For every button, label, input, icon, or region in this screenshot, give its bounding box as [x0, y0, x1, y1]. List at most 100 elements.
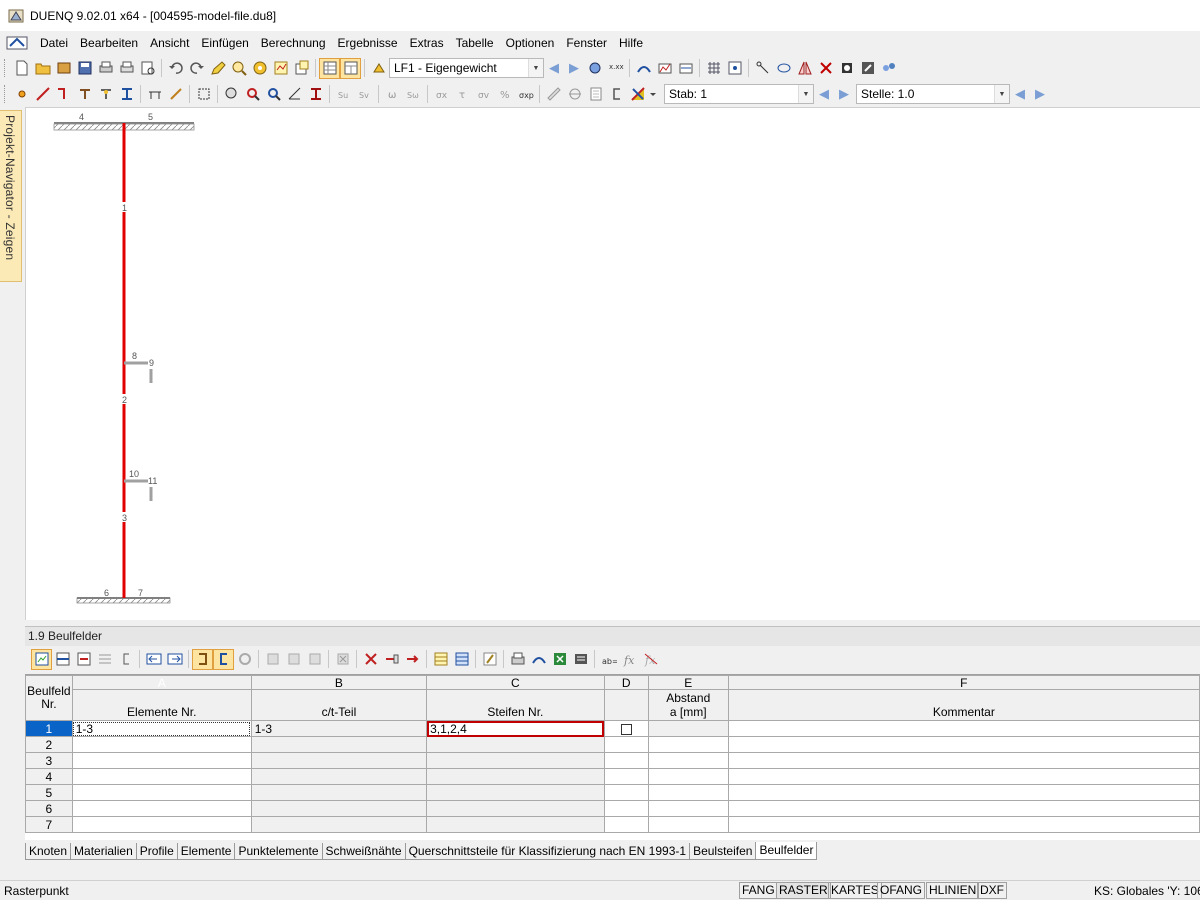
cell-ct-teil[interactable] — [250, 816, 428, 833]
copy-row-icon[interactable] — [381, 649, 402, 670]
cell-checkbox[interactable] — [603, 736, 649, 753]
previous-location-icon[interactable]: ◀ — [1010, 84, 1030, 104]
sheet-tab-beulsteifen[interactable]: Beulsteifen — [689, 843, 757, 860]
report-icon[interactable] — [585, 84, 606, 105]
menu-datei[interactable]: Datei — [34, 32, 74, 54]
shear-su-icon[interactable]: Su — [333, 84, 354, 105]
row-layout-icon[interactable] — [451, 649, 472, 670]
chevron-down-icon[interactable]: ▼ — [994, 85, 1009, 103]
cell-elemente[interactable] — [71, 736, 252, 753]
cell-checkbox[interactable] — [603, 752, 649, 769]
cell-elemente[interactable]: 1-3 — [71, 720, 252, 737]
menu-tabelle[interactable]: Tabelle — [450, 32, 500, 54]
clear-table-icon[interactable] — [94, 649, 115, 670]
undo-icon[interactable] — [165, 58, 186, 79]
row-number[interactable]: 2 — [25, 736, 73, 753]
column-letter-d[interactable]: D — [603, 675, 649, 690]
sheet-tab-elemente[interactable]: Elemente — [176, 843, 236, 860]
document-window-icon[interactable] — [6, 35, 28, 51]
cell-abstand[interactable] — [647, 720, 729, 737]
filter-icon[interactable] — [262, 649, 283, 670]
location-select[interactable]: Stelle: 1.0 ▼ — [856, 84, 1010, 104]
select-node-icon[interactable] — [752, 58, 773, 79]
cell-abstand[interactable] — [647, 800, 729, 817]
edit-icon[interactable] — [207, 58, 228, 79]
menu-hilfe[interactable]: Hilfe — [613, 32, 649, 54]
cell-kommentar[interactable] — [727, 736, 1200, 753]
cell-abstand[interactable] — [647, 784, 729, 801]
search-node-icon[interactable] — [263, 84, 284, 105]
calculator-icon[interactable] — [570, 649, 591, 670]
cell-steifen[interactable]: 3,1,2,4 — [426, 720, 605, 737]
model-canvas[interactable]: 4 5 8 9 10 11 6 7 1 2 3 — [25, 107, 1200, 620]
cell-ct-teil[interactable]: 1-3 — [250, 720, 428, 737]
sigma-xpl-icon[interactable]: σxpl — [515, 84, 536, 105]
show-results-icon[interactable] — [584, 58, 605, 79]
menu-einfuegen[interactable]: Einfügen — [195, 32, 254, 54]
menu-berechnung[interactable]: Berechnung — [255, 32, 332, 54]
rotate-icon[interactable] — [773, 58, 794, 79]
select-in-graphic-icon[interactable] — [192, 648, 213, 670]
mode-ofang-button[interactable]: OFANG — [877, 882, 926, 899]
next-location-icon[interactable]: ▶ — [1030, 84, 1050, 104]
cell-ct-teil[interactable] — [250, 768, 428, 785]
cell-steifen[interactable] — [426, 784, 605, 801]
shear-sv-icon[interactable]: Sv — [354, 84, 375, 105]
previous-table-icon[interactable] — [143, 649, 164, 670]
row-number[interactable]: 4 — [25, 768, 73, 785]
open-folder-icon[interactable] — [32, 58, 53, 79]
export-icon[interactable] — [857, 58, 878, 79]
column-letter-f[interactable]: F — [727, 675, 1200, 690]
delete-icon[interactable] — [815, 58, 836, 79]
measure-icon[interactable] — [543, 84, 564, 105]
table-view-icon[interactable] — [319, 57, 340, 79]
delete-row-icon[interactable] — [73, 649, 94, 670]
sheet-tab-profile[interactable]: Profile — [135, 843, 178, 860]
sigma-v-icon[interactable]: σv — [473, 84, 494, 105]
menu-bearbeiten[interactable]: Bearbeiten — [74, 32, 144, 54]
cell-kommentar[interactable] — [727, 816, 1200, 833]
cell-elemente[interactable] — [71, 816, 252, 833]
checkbox[interactable] — [620, 723, 632, 735]
cell-steifen[interactable] — [426, 736, 605, 753]
calculate-icon[interactable] — [249, 58, 270, 79]
excel-icon[interactable] — [549, 649, 570, 670]
view-angle-icon[interactable] — [284, 84, 305, 105]
i-profile-icon[interactable] — [305, 84, 326, 105]
row-number[interactable]: 5 — [25, 784, 73, 801]
new-file-icon[interactable] — [11, 58, 32, 79]
stress-icon[interactable] — [654, 58, 675, 79]
save-icon[interactable] — [74, 58, 95, 79]
column-letter-a[interactable]: A — [71, 675, 252, 690]
cell-steifen[interactable] — [426, 800, 605, 817]
mode-raster-button[interactable]: RASTER — [776, 882, 831, 899]
search-element-icon[interactable] — [242, 84, 263, 105]
cell-elemente[interactable] — [71, 768, 252, 785]
row-number[interactable]: 1 — [25, 720, 73, 737]
column-letter-e[interactable]: E — [647, 675, 729, 690]
grid-icon[interactable] — [703, 58, 724, 79]
cell-ct-teil[interactable] — [250, 784, 428, 801]
cell-checkbox[interactable] — [603, 800, 649, 817]
menu-ansicht[interactable]: Ansicht — [144, 32, 195, 54]
cell-checkbox[interactable] — [603, 768, 649, 785]
cell-checkbox[interactable] — [603, 784, 649, 801]
edit-cell-icon[interactable] — [479, 649, 500, 670]
cell-abstand[interactable] — [647, 752, 729, 769]
mode-kartes-button[interactable]: KARTES — [828, 882, 882, 899]
mode-hlinien-button[interactable]: HLINIEN — [926, 882, 980, 899]
relation-icon[interactable] — [213, 648, 234, 670]
sheet-tab-punktelemente[interactable]: Punktelemente — [234, 843, 323, 860]
tau-icon[interactable]: τ — [452, 84, 473, 105]
redo-icon[interactable] — [186, 58, 207, 79]
point-element-icon[interactable] — [74, 84, 95, 105]
cell-abstand[interactable] — [647, 768, 729, 785]
cell-kommentar[interactable] — [727, 752, 1200, 769]
sheet-tab-knoten[interactable]: Knoten — [25, 843, 72, 860]
axis-icon[interactable] — [165, 84, 186, 105]
sheet-tab-schweissnaehte[interactable]: Schweißnähte — [321, 843, 406, 860]
cell-abstand[interactable] — [647, 736, 729, 753]
bracket-icon[interactable] — [115, 649, 136, 670]
menu-ergebnisse[interactable]: Ergebnisse — [332, 32, 404, 54]
mode-fang-button[interactable]: FANG — [739, 882, 778, 899]
